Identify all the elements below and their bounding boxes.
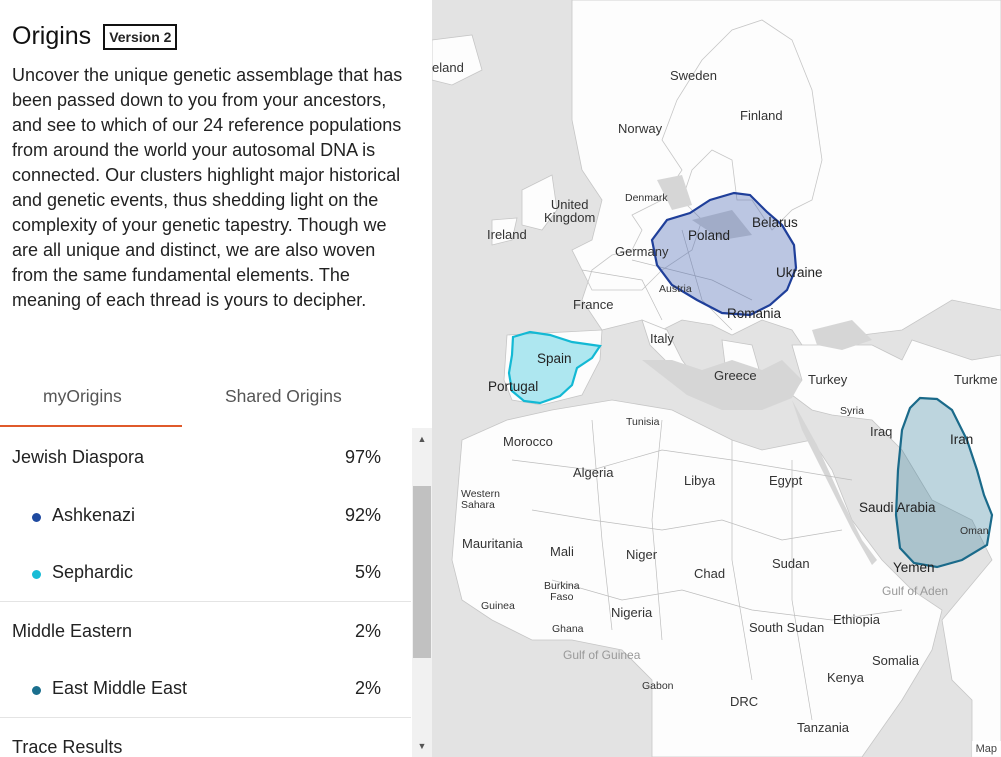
origin-percent: 5% [354,562,381,582]
scroll-up-arrow-icon[interactable]: ▲ [412,428,432,450]
map-label-saudi-arabia: Saudi Arabia [859,500,936,515]
map-label-sudan: Sudan [772,556,810,571]
map-label-libya: Libya [684,473,716,488]
map-label-oman: Oman [960,525,989,537]
trace-results-label: Trace Results [12,737,123,757]
origin-percent: 2% [354,678,381,698]
origin-row-east-middle-east[interactable]: East Middle East 2% [0,659,411,717]
map-label-ethiopia: Ethiopia [833,612,880,627]
map-label-belarus: Belarus [752,215,798,230]
active-tab-indicator [0,425,182,427]
tab-bar: myOrigins Shared Origins [0,372,432,428]
map-label-somalia: Somalia [872,653,919,668]
map-label-chad: Chad [694,566,726,581]
origin-row-middle-eastern[interactable]: Middle Eastern 2% [0,602,411,660]
map-label-gulf-of-guinea: Gulf of Guinea [563,648,641,662]
page-title: Origins [12,22,92,50]
origin-percent: 92% [344,505,381,525]
map-label-france: France [573,297,614,312]
map-label-ireland: Ireland [487,227,527,242]
map-label-yemen: Yemen [893,560,935,575]
map-label-syria: Syria [840,405,864,417]
map-label-western-sahara: Western Sahara [461,488,500,511]
origin-name: Middle Eastern [12,621,133,641]
map-label-egypt: Egypt [769,473,803,488]
east-middle-east-color-dot [32,686,41,695]
map-label-south-sudan: South Sudan [749,620,825,635]
map-label-italy: Italy [650,331,674,346]
map-data-link[interactable]: Map [971,741,1001,757]
origin-name: Jewish Diaspora [12,447,145,467]
map-label-morocco: Morocco [503,434,553,449]
tab-myorigins[interactable]: myOrigins [43,386,122,407]
title-row: Origins Version 2 [12,22,178,51]
map-label-iceland: eland [432,60,464,75]
map-label-greece: Greece [714,368,757,383]
description: Uncover the unique genetic assemblage th… [12,65,403,310]
map-label-poland: Poland [688,228,731,243]
map-label-drc: DRC [730,694,759,709]
trace-results-row[interactable]: Trace Results [0,718,411,757]
map-label-gulf-of-aden: Gulf of Aden [882,584,949,598]
map-label-romania: Romania [727,306,782,321]
origin-percent: 97% [344,447,381,467]
map-label-uk: United Kingdom [544,197,596,225]
map-label-finland: Finland [740,108,783,123]
map-label-turkmen: Turkme [954,372,998,387]
map-label-iraq: Iraq [870,424,893,439]
map-label-mali: Mali [550,544,574,559]
map-label-burkina-faso: Burkina Faso [544,580,580,603]
origin-name: Ashkenazi [52,505,136,525]
origin-row-ashkenazi[interactable]: Ashkenazi 92% [0,486,411,544]
map-label-denmark: Denmark [625,192,668,204]
origins-map[interactable]: eland Sweden Finland Norway Denmark Unit… [432,0,1001,757]
map-label-nigeria: Nigeria [611,605,653,620]
sephardic-color-dot [32,570,41,579]
map-label-ghana: Ghana [552,623,584,635]
origins-panel: Origins Version 2 Uncover the unique gen… [0,0,432,757]
map-label-guinea: Guinea [481,600,515,612]
origin-name: East Middle East [52,678,188,698]
origins-list: Jewish Diaspora 97% Ashkenazi 92% Sephar… [0,428,411,757]
tab-shared-origins[interactable]: Shared Origins [225,386,342,407]
origin-percent: 2% [354,621,381,641]
map-label-tanzania: Tanzania [797,720,850,735]
map-label-spain: Spain [537,351,572,366]
ashkenazi-color-dot [32,513,41,522]
origin-row-jewish-diaspora[interactable]: Jewish Diaspora 97% [0,428,411,486]
map-label-algeria: Algeria [573,465,614,480]
map-label-portugal: Portugal [488,379,539,394]
origin-row-sephardic[interactable]: Sephardic 5% [0,543,411,601]
map-label-mauritania: Mauritania [462,536,523,551]
map-label-iran: Iran [950,432,974,447]
version-badge: Version 2 [103,23,178,50]
map-label-ukraine: Ukraine [776,265,823,280]
origin-name: Sephardic [52,562,134,582]
map-label-germany: Germany [615,244,669,259]
scroll-down-arrow-icon[interactable]: ▼ [412,735,432,757]
map-label-tunisia: Tunisia [626,416,660,428]
map-label-turkey: Turkey [808,372,848,387]
map-label-gabon: Gabon [642,680,674,692]
map-label-austria: Austria [659,283,692,295]
map-label-niger: Niger [626,547,658,562]
map-label-sweden: Sweden [670,68,717,83]
map-label-norway: Norway [618,121,663,136]
scrollbar-thumb[interactable] [413,486,431,658]
map-label-kenya: Kenya [827,670,864,685]
